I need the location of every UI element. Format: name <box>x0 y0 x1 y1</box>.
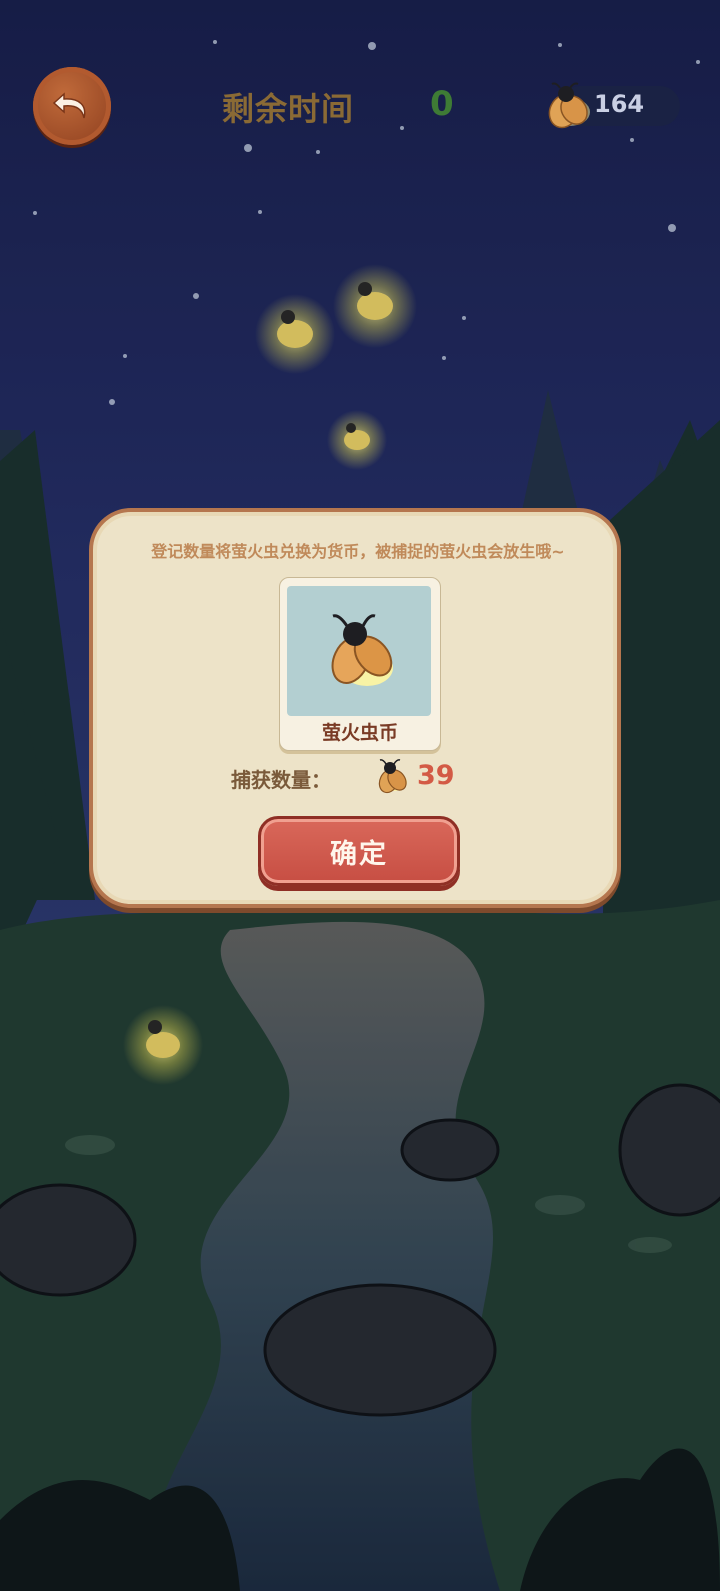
firefly-coin-icon <box>331 614 393 686</box>
firefly-icon <box>548 82 590 129</box>
confirm-button-label: 确定 <box>330 838 388 870</box>
reward-image <box>287 586 431 716</box>
confirm-button[interactable]: 确定 <box>258 816 460 886</box>
exchange-dialog: 登记数量将萤火虫兑换为货币，被捕捉的萤火虫会放生哦~ 萤火虫币 捕获数量： 39… <box>89 508 621 908</box>
catch-count-label: 捕获数量： <box>231 768 331 792</box>
dialog-message: 登记数量将萤火虫兑换为货币，被捕捉的萤火虫会放生哦~ <box>151 542 565 561</box>
back-button[interactable] <box>33 67 111 145</box>
catch-count-value: 39 <box>417 760 455 791</box>
coin-count: 164 <box>594 90 645 118</box>
reward-card: 萤火虫币 <box>279 577 441 751</box>
undo-arrow-icon <box>52 92 86 119</box>
time-remaining-value: 0 <box>430 84 454 124</box>
time-remaining-label: 剩余时间 <box>222 90 355 128</box>
reward-name: 萤火虫币 <box>321 722 398 744</box>
firefly-icon <box>378 759 407 794</box>
